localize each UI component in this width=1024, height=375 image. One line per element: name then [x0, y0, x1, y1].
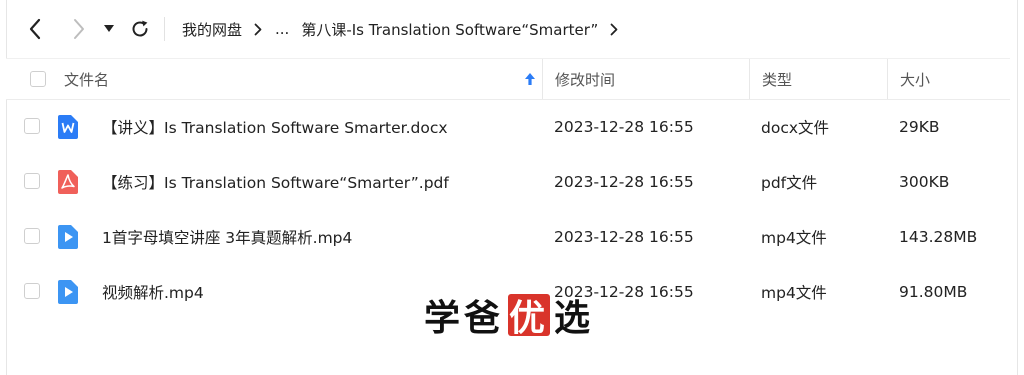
table-row[interactable]: 【练习】Is Translation Software“Smarter”.pdf… — [6, 154, 1010, 209]
file-type: pdf文件 — [761, 173, 818, 192]
column-header-type[interactable]: 类型 — [762, 59, 792, 99]
column-header-name[interactable]: 文件名 — [64, 59, 109, 99]
row-checkbox[interactable] — [24, 283, 40, 299]
breadcrumb: 我的网盘 ... 第八课-Is Translation Software“Sma… — [182, 18, 631, 40]
table-row[interactable]: 1首字母填空讲座 3年真题解析.mp4 2023-12-28 16:55 mp4… — [6, 209, 1010, 264]
file-type: docx文件 — [761, 118, 830, 137]
table-header: 文件名 修改时间 类型 大小 — [6, 58, 1010, 100]
row-checkbox[interactable] — [24, 118, 40, 134]
video-file-icon — [58, 225, 78, 249]
row-checkbox[interactable] — [24, 228, 40, 244]
caret-down-icon — [104, 25, 114, 32]
file-modified: 2023-12-28 16:55 — [554, 172, 694, 191]
column-divider — [887, 59, 888, 99]
file-name[interactable]: 1首字母填空讲座 3年真题解析.mp4 — [102, 209, 352, 264]
column-header-modified[interactable]: 修改时间 — [555, 59, 615, 99]
pdf-file-icon — [58, 170, 78, 194]
file-name[interactable]: 视频解析.mp4 — [102, 264, 204, 319]
back-button[interactable] — [20, 14, 50, 44]
breadcrumb-item-ellipsis[interactable]: ... — [275, 20, 289, 38]
refresh-button[interactable] — [125, 14, 155, 44]
watermark-char: 爸 — [464, 298, 505, 339]
forward-button[interactable] — [64, 14, 94, 44]
column-header-size[interactable]: 大小 — [900, 59, 930, 99]
file-name[interactable]: 【练习】Is Translation Software“Smarter”.pdf — [102, 154, 449, 209]
column-divider — [542, 59, 543, 99]
sort-ascending-icon[interactable] — [523, 70, 537, 88]
select-all-checkbox[interactable] — [30, 71, 46, 87]
refresh-icon — [132, 20, 148, 37]
file-size: 29KB — [899, 117, 940, 136]
file-size: 91.80MB — [899, 282, 968, 301]
history-dropdown-button[interactable] — [96, 14, 122, 44]
file-size: 143.28MB — [899, 227, 978, 246]
chevron-right-icon — [610, 23, 618, 36]
file-type: mp4文件 — [761, 228, 827, 247]
row-checkbox[interactable] — [24, 173, 40, 189]
file-modified: 2023-12-28 16:55 — [554, 227, 694, 246]
chevron-left-icon — [29, 18, 41, 40]
breadcrumb-item-root[interactable]: 我的网盘 — [182, 19, 242, 40]
chevron-right-icon — [254, 23, 262, 36]
toolbar: 我的网盘 ... 第八课-Is Translation Software“Sma… — [0, 0, 1024, 58]
file-name[interactable]: 【讲义】Is Translation Software Smarter.docx — [102, 99, 448, 154]
column-divider — [749, 59, 750, 99]
file-modified: 2023-12-28 16:55 — [554, 117, 694, 136]
watermark-char: 学 — [424, 298, 465, 339]
toolbar-divider — [164, 17, 165, 41]
video-file-icon — [58, 280, 78, 304]
table-row[interactable]: 【讲义】Is Translation Software Smarter.docx… — [6, 99, 1010, 154]
breadcrumb-item-current[interactable]: 第八课-Is Translation Software“Smarter” — [301, 19, 598, 40]
file-size: 300KB — [899, 172, 950, 191]
watermark-stamp: 优 — [508, 294, 551, 339]
chevron-right-icon — [74, 19, 84, 39]
watermark-char: 选 — [554, 298, 595, 339]
watermark-logo: 学 爸 优 选 — [424, 292, 595, 339]
word-file-icon — [58, 115, 78, 139]
file-type: mp4文件 — [761, 283, 827, 302]
